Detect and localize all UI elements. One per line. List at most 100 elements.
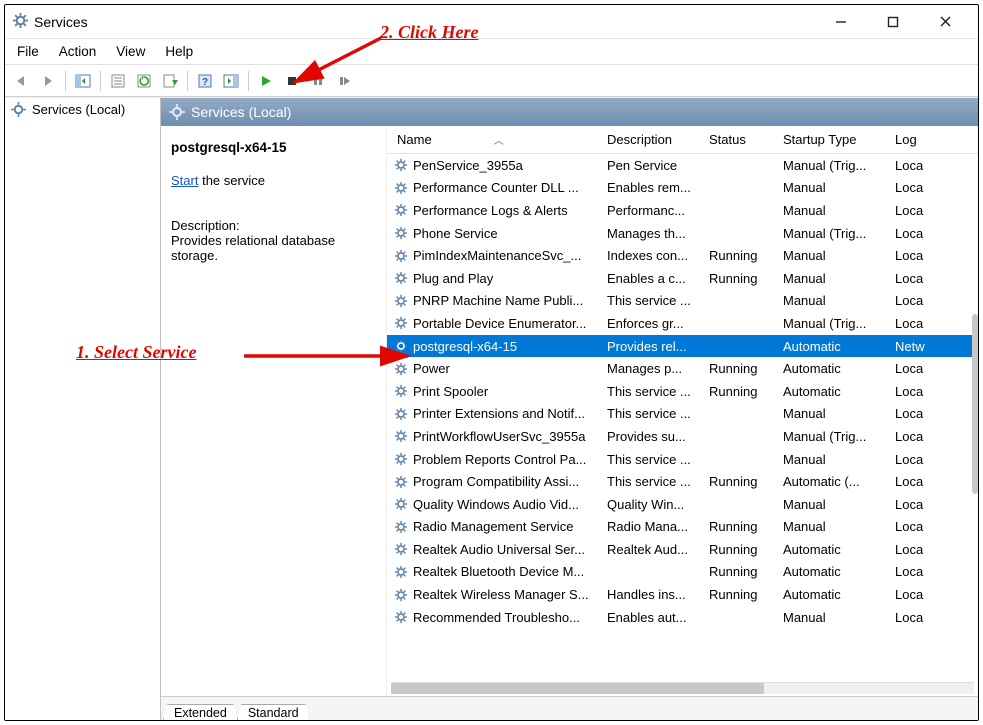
tab-bar: Extended Standard [161,696,978,720]
horizontal-scrollbar-thumb[interactable] [391,683,764,694]
service-gear-icon [393,203,409,217]
restart-service-button[interactable] [333,70,355,92]
service-startup-type: Manual [777,293,889,308]
service-name: Performance Logs & Alerts [413,203,568,218]
service-description: Provides su... [601,429,703,444]
minimize-button[interactable] [826,10,856,34]
column-header-description[interactable]: Description [601,132,703,147]
service-status: Running [703,384,777,399]
column-header-name[interactable]: Name︿ [387,132,601,147]
service-logon: Loca [889,384,931,399]
service-description: Realtek Aud... [601,542,703,557]
service-row[interactable]: postgresql-x64-15Provides rel...Automati… [387,335,978,358]
service-startup-type: Automatic [777,339,889,354]
service-description: Enables rem... [601,180,703,195]
service-logon: Loca [889,226,931,241]
selected-service-name: postgresql-x64-15 [171,140,374,155]
service-gear-icon [393,520,409,534]
service-description: This service ... [601,406,703,421]
window-title: Services [34,14,826,30]
service-row[interactable]: Print SpoolerThis service ...RunningAuto… [387,380,978,403]
main-pane-title: Services (Local) [191,104,291,120]
service-startup-type: Automatic (... [777,474,889,489]
menu-help[interactable]: Help [165,44,193,59]
service-startup-type: Manual [777,180,889,195]
vertical-scrollbar-thumb[interactable] [972,314,978,494]
service-row[interactable]: Performance Counter DLL ...Enables rem..… [387,177,978,200]
service-gear-icon [393,610,409,624]
service-row[interactable]: PowerManages p...RunningAutomaticLoca [387,357,978,380]
service-gear-icon [393,475,409,489]
stop-service-button[interactable] [281,70,303,92]
tab-standard[interactable]: Standard [237,704,310,720]
description-label: Description: [171,218,374,233]
service-name: PimIndexMaintenanceSvc_... [413,248,581,263]
properties-button[interactable] [107,70,129,92]
service-row[interactable]: Portable Device Enumerator... Enforces gr… [387,312,978,335]
service-row[interactable]: PimIndexMaintenanceSvc_... Indexes con...… [387,244,978,267]
service-gear-icon [393,158,409,172]
maximize-button[interactable] [878,10,908,34]
back-button[interactable] [11,70,33,92]
titlebar: Services [5,5,978,39]
service-row[interactable]: Program Compatibility Assi...This servic… [387,470,978,493]
service-description: Enforces gr... [601,316,703,331]
forward-button[interactable] [37,70,59,92]
service-name: PenService_3955a [413,158,523,173]
service-row[interactable]: Radio Management ServiceRadio Mana...Run… [387,516,978,539]
service-row[interactable]: PNRP Machine Name Publi...This service .… [387,290,978,313]
show-hide-action-pane-button[interactable] [220,70,242,92]
service-startup-type: Automatic [777,384,889,399]
service-row[interactable]: Realtek Audio Universal Ser...Realtek Au… [387,538,978,561]
service-row[interactable]: Performance Logs & AlertsPerformanc...Ma… [387,199,978,222]
service-name: Portable Device Enumerator... [413,316,586,331]
refresh-button[interactable] [133,70,155,92]
service-logon: Loca [889,497,931,512]
service-logon: Loca [889,271,931,286]
service-name: Realtek Bluetooth Device M... [413,564,584,579]
start-service-button[interactable] [255,70,277,92]
help-button[interactable]: ? [194,70,216,92]
service-row[interactable]: Plug and PlayEnables a c...RunningManual… [387,267,978,290]
pause-service-button[interactable] [307,70,329,92]
horizontal-scrollbar[interactable] [391,682,974,694]
show-hide-tree-button[interactable] [72,70,94,92]
service-list-body[interactable]: PenService_3955aPen ServiceManual (Trig.… [387,154,978,682]
service-gear-icon [393,497,409,511]
column-header-status[interactable]: Status [703,132,777,147]
service-startup-type: Manual (Trig... [777,429,889,444]
service-row[interactable]: Phone ServiceManages th...Manual (Trig..… [387,222,978,245]
service-gear-icon [393,249,409,263]
service-row[interactable]: Quality Windows Audio Vid...Quality Win.… [387,493,978,516]
service-gear-icon [393,181,409,195]
start-service-link[interactable]: Start [171,173,198,188]
tree-root-services-local[interactable]: Services (Local) [5,100,160,119]
service-name: Realtek Wireless Manager S... [413,587,589,602]
menu-file[interactable]: File [17,44,39,59]
tab-extended[interactable]: Extended [163,704,238,720]
service-row[interactable]: PrintWorkflowUserSvc_3955aProvides su...… [387,425,978,448]
service-row[interactable]: Printer Extensions and Notif...This serv… [387,403,978,426]
service-logon: Loca [889,203,931,218]
service-description: Provides rel... [601,339,703,354]
service-row[interactable]: Recommended Troublesho...Enables aut...M… [387,606,978,629]
service-description: Handles ins... [601,587,703,602]
tree-pane: Services (Local) [5,98,161,720]
close-button[interactable] [930,10,960,34]
service-row[interactable]: PenService_3955aPen ServiceManual (Trig.… [387,154,978,177]
service-row[interactable]: Realtek Bluetooth Device M...RunningAuto… [387,561,978,584]
menu-action[interactable]: Action [59,44,97,59]
service-description: Indexes con... [601,248,703,263]
column-header-logon[interactable]: Log [889,132,931,147]
service-logon: Loca [889,406,931,421]
service-startup-type: Manual [777,406,889,421]
column-header-startup[interactable]: Startup Type [777,132,889,147]
service-description: This service ... [601,474,703,489]
description-text: Provides relational database storage. [171,233,374,263]
export-list-button[interactable] [159,70,181,92]
menu-view[interactable]: View [116,44,145,59]
service-row[interactable]: Problem Reports Control Pa...This servic… [387,448,978,471]
service-row[interactable]: Realtek Wireless Manager S... Handles ins… [387,583,978,606]
service-gear-icon [393,226,409,240]
service-gear-icon [393,407,409,421]
